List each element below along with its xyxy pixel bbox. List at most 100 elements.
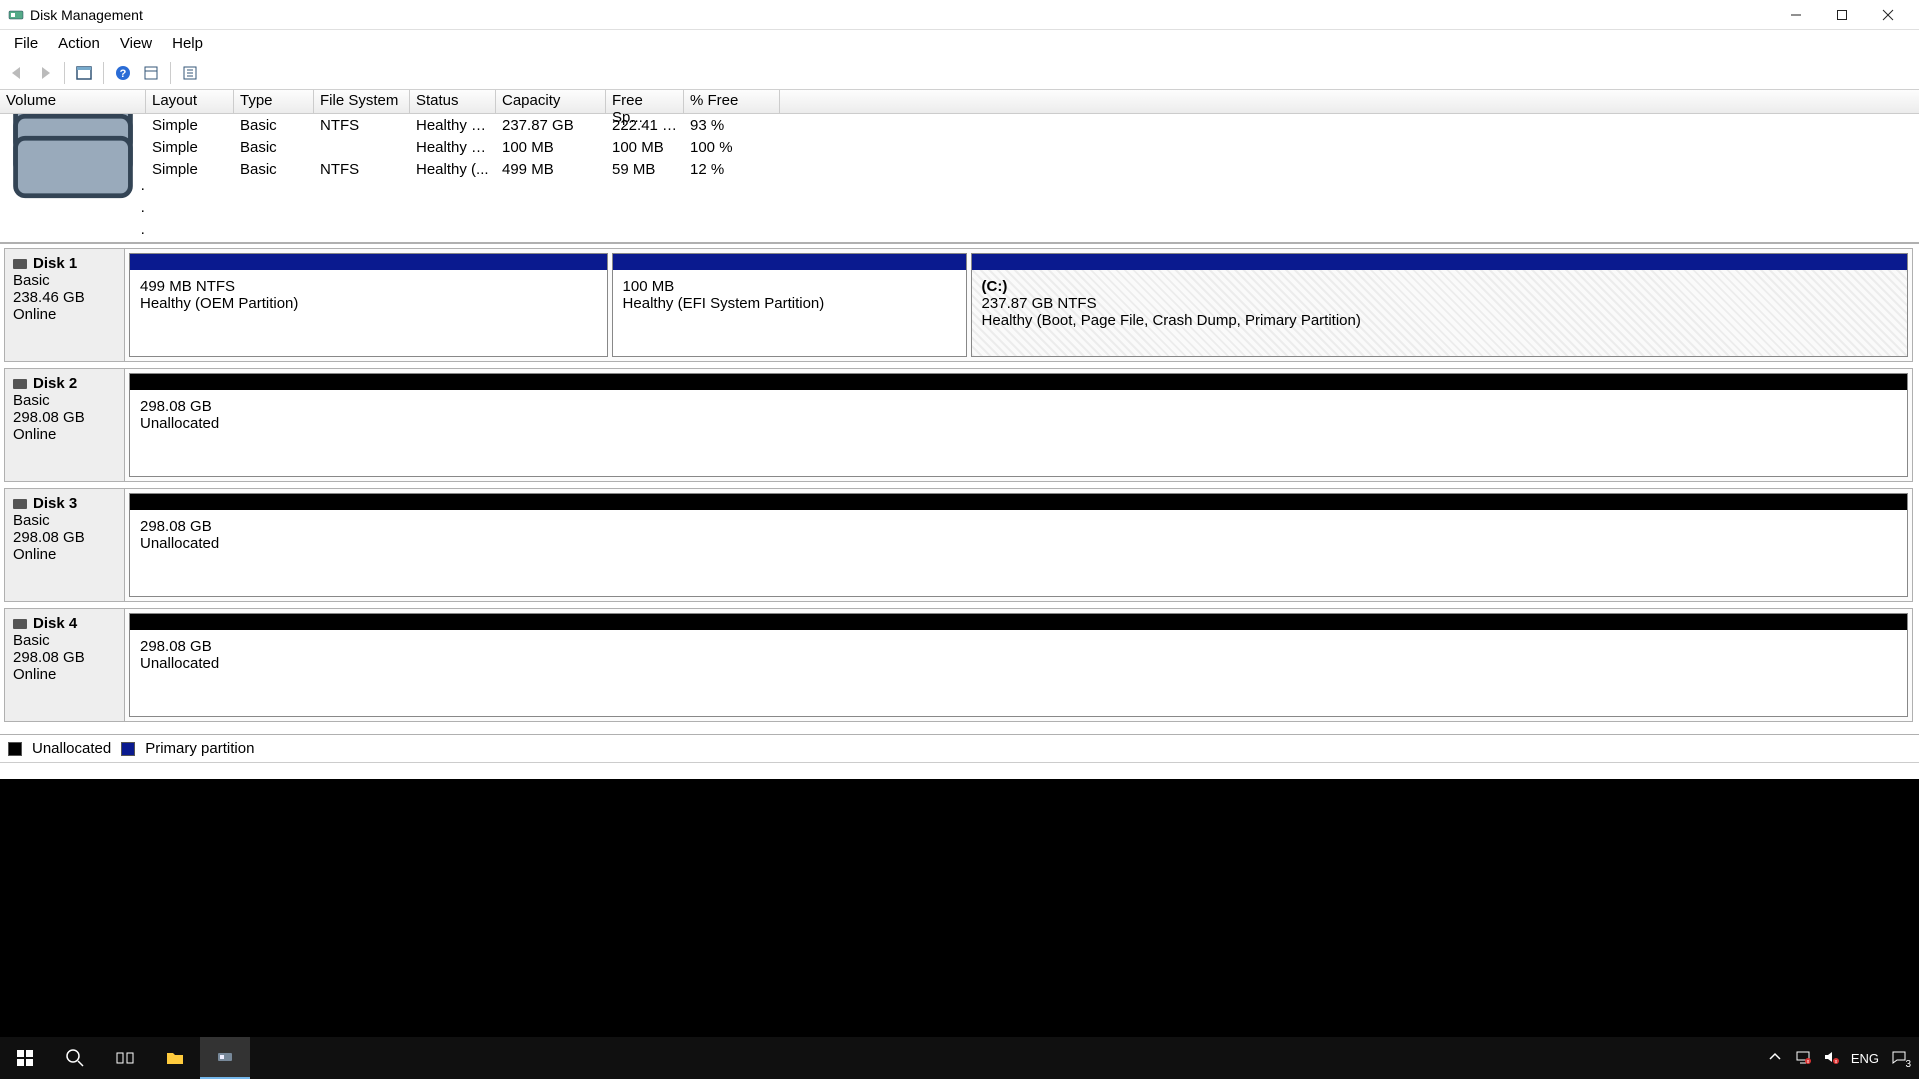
- col-filesystem[interactable]: File System: [314, 90, 410, 113]
- menu-help[interactable]: Help: [162, 32, 213, 55]
- partition[interactable]: 499 MB NTFSHealthy (OEM Partition): [129, 253, 608, 357]
- forward-icon[interactable]: [32, 60, 58, 86]
- disk-status: Online: [13, 666, 116, 683]
- disk-name: Disk 1: [33, 255, 77, 272]
- volume-row[interactable]: (C:)SimpleBasicNTFSHealthy (B...237.87 G…: [0, 114, 1919, 136]
- start-button[interactable]: [0, 1037, 50, 1079]
- disk-management-taskbar-button[interactable]: [200, 1037, 250, 1079]
- volume-free: 100 MB: [606, 139, 684, 156]
- volume-pctfree: 100 %: [684, 139, 780, 156]
- partition-header: [613, 254, 966, 270]
- partition-size: 237.87 GB NTFS: [982, 295, 1897, 312]
- tray-volume-icon[interactable]: x: [1823, 1049, 1839, 1068]
- partition-header: [972, 254, 1907, 270]
- disk-type: Basic: [13, 272, 116, 289]
- partition[interactable]: 298.08 GBUnallocated: [129, 493, 1908, 597]
- col-freespace[interactable]: Free Sp...: [606, 90, 684, 113]
- help-icon[interactable]: ?: [110, 60, 136, 86]
- disk-name: Disk 2: [33, 375, 77, 392]
- tray-chevron-up-icon[interactable]: [1767, 1049, 1783, 1068]
- partition-body: 298.08 GBUnallocated: [130, 630, 1907, 716]
- menu-file[interactable]: File: [4, 32, 48, 55]
- volume-row[interactable]: (Disk 1 partition 1)SimpleBasicHealthy (…: [0, 136, 1919, 158]
- menubar: File Action View Help: [0, 30, 1919, 56]
- disk-label[interactable]: Disk 2Basic298.08 GBOnline: [5, 369, 125, 481]
- volume-row[interactable]: (Disk 1 partition 2)SimpleBasicNTFSHealt…: [0, 158, 1919, 180]
- properties-icon[interactable]: [177, 60, 203, 86]
- minimize-button[interactable]: [1773, 0, 1819, 30]
- partition-status: Healthy (EFI System Partition): [623, 295, 956, 312]
- disk-label[interactable]: Disk 3Basic298.08 GBOnline: [5, 489, 125, 601]
- menu-action[interactable]: Action: [48, 32, 110, 55]
- col-layout[interactable]: Layout: [146, 90, 234, 113]
- disk-icon: [13, 619, 27, 629]
- tray-network-icon[interactable]: x: [1795, 1049, 1811, 1068]
- back-icon[interactable]: [4, 60, 30, 86]
- menu-view[interactable]: View: [110, 32, 162, 55]
- partition-header: [130, 614, 1907, 630]
- disk-icon: [13, 499, 27, 509]
- disk-name: Disk 3: [33, 495, 77, 512]
- col-capacity[interactable]: Capacity: [496, 90, 606, 113]
- disk-type: Basic: [13, 512, 116, 529]
- disk-size: 298.08 GB: [13, 649, 116, 666]
- legend-swatch-unallocated: [8, 742, 22, 756]
- volume-type: Basic: [234, 117, 314, 134]
- disk-row: Disk 3Basic298.08 GBOnline298.08 GBUnall…: [4, 488, 1913, 602]
- volume-fs: NTFS: [314, 117, 410, 134]
- partition-size: 298.08 GB: [140, 398, 1897, 415]
- volume-pctfree: 93 %: [684, 117, 780, 134]
- disk-status: Online: [13, 306, 116, 323]
- disk-row: Disk 1Basic238.46 GBOnline499 MB NTFSHea…: [4, 248, 1913, 362]
- col-type[interactable]: Type: [234, 90, 314, 113]
- volume-layout: Simple: [146, 161, 234, 178]
- volume-status: Healthy (...: [410, 161, 496, 178]
- app-icon: [8, 7, 24, 23]
- volume-capacity: 237.87 GB: [496, 117, 606, 134]
- partition-size: 298.08 GB: [140, 518, 1897, 535]
- partition-status: Unallocated: [140, 535, 1897, 552]
- disk-size: 298.08 GB: [13, 409, 116, 426]
- partition-status: Unallocated: [140, 655, 1897, 672]
- svg-text:?: ?: [120, 68, 127, 80]
- partition[interactable]: 298.08 GBUnallocated: [129, 613, 1908, 717]
- disk-label[interactable]: Disk 1Basic238.46 GBOnline: [5, 249, 125, 361]
- partition-header: [130, 494, 1907, 510]
- volume-status: Healthy (B...: [410, 117, 496, 134]
- partition-body: 499 MB NTFSHealthy (OEM Partition): [130, 270, 607, 356]
- partition[interactable]: (C:)237.87 GB NTFSHealthy (Boot, Page Fi…: [971, 253, 1908, 357]
- close-button[interactable]: [1865, 0, 1911, 30]
- search-button[interactable]: [50, 1037, 100, 1079]
- file-explorer-button[interactable]: [150, 1037, 200, 1079]
- disk-row: Disk 2Basic298.08 GBOnline298.08 GBUnall…: [4, 368, 1913, 482]
- col-status[interactable]: Status: [410, 90, 496, 113]
- volume-table-body: (C:)SimpleBasicNTFSHealthy (B...237.87 G…: [0, 114, 1919, 244]
- tray-language[interactable]: ENG: [1851, 1051, 1879, 1066]
- partition-status: Healthy (Boot, Page File, Crash Dump, Pr…: [982, 312, 1897, 329]
- tray-notifications-icon[interactable]: 3: [1891, 1049, 1907, 1068]
- col-volume[interactable]: Volume: [0, 90, 146, 113]
- disk-icon: [13, 379, 27, 389]
- disk-size: 238.46 GB: [13, 289, 116, 306]
- partition-volume: (C:): [982, 278, 1897, 295]
- taskview-button[interactable]: [100, 1037, 150, 1079]
- disk-graphical-panel[interactable]: Disk 1Basic238.46 GBOnline499 MB NTFSHea…: [0, 244, 1919, 734]
- partition[interactable]: 298.08 GBUnallocated: [129, 373, 1908, 477]
- window-title: Disk Management: [30, 7, 143, 23]
- volume-layout: Simple: [146, 139, 234, 156]
- col-pctfree[interactable]: % Free: [684, 90, 780, 113]
- disk-label[interactable]: Disk 4Basic298.08 GBOnline: [5, 609, 125, 721]
- partition-size: 298.08 GB: [140, 638, 1897, 655]
- settings-icon[interactable]: [138, 60, 164, 86]
- disk-icon: [13, 259, 27, 269]
- refresh-icon[interactable]: [71, 60, 97, 86]
- partition[interactable]: 100 MBHealthy (EFI System Partition): [612, 253, 967, 357]
- legend-label-primary: Primary partition: [145, 740, 254, 757]
- maximize-button[interactable]: [1819, 0, 1865, 30]
- partition-size: 100 MB: [623, 278, 956, 295]
- partition-body: (C:)237.87 GB NTFSHealthy (Boot, Page Fi…: [972, 270, 1907, 356]
- taskbar: x x ENG 3: [0, 1037, 1919, 1079]
- volume-status: Healthy (E...: [410, 139, 496, 156]
- volume-free: 222.41 GB: [606, 117, 684, 134]
- volume-pctfree: 12 %: [684, 161, 780, 178]
